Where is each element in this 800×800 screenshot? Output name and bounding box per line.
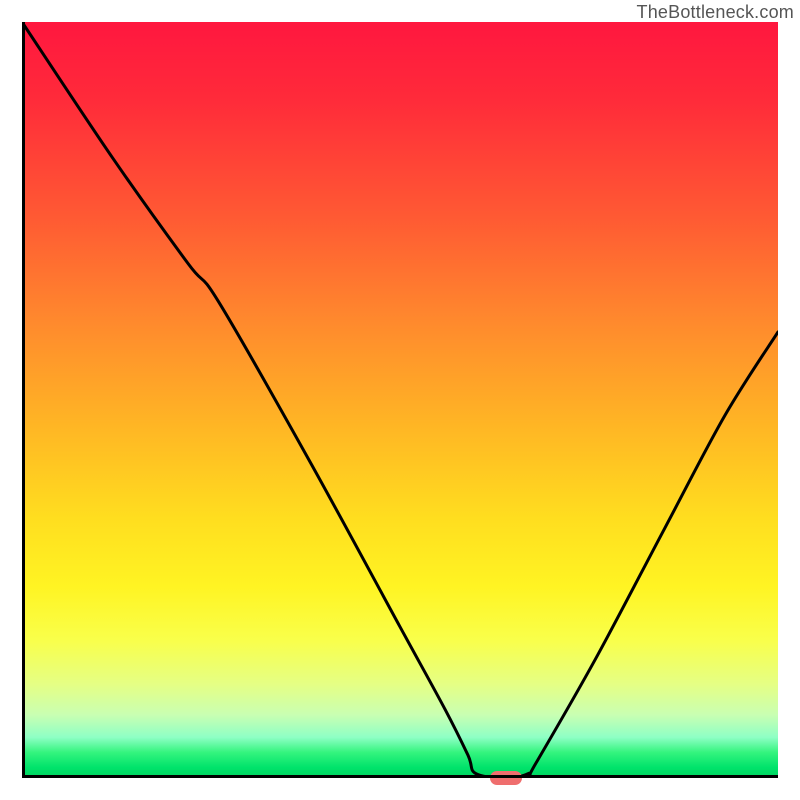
x-axis — [22, 775, 778, 778]
optimum-marker — [490, 771, 522, 785]
curve-svg — [22, 22, 778, 778]
bottleneck-curve — [22, 22, 778, 778]
chart-area — [22, 22, 778, 778]
y-axis — [22, 22, 25, 778]
attribution-text: TheBottleneck.com — [637, 2, 794, 23]
